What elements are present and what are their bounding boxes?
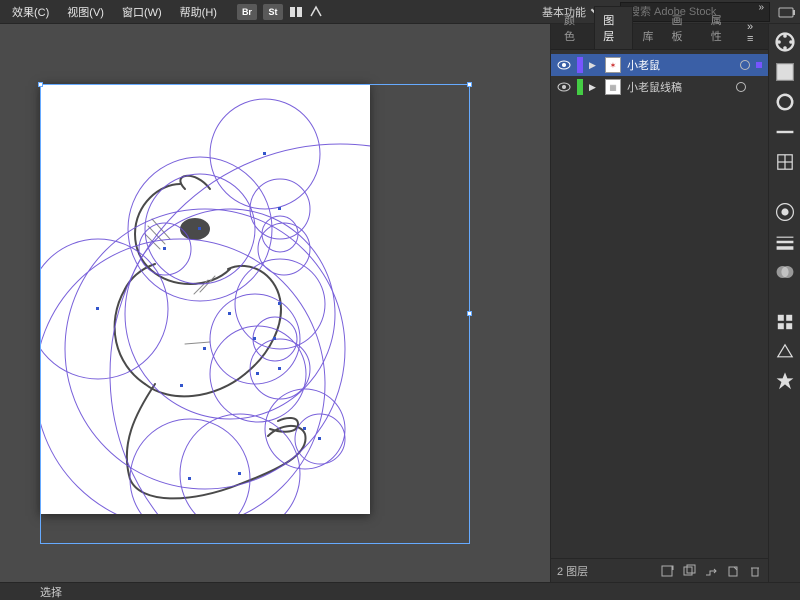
selection-handle[interactable] xyxy=(467,311,472,316)
symbols-panel-icon[interactable] xyxy=(773,150,797,174)
arrange-documents-icon[interactable] xyxy=(289,5,303,19)
layer-row[interactable]: ▶ ✶ 小老鼠 xyxy=(551,54,768,76)
visibility-toggle-icon[interactable] xyxy=(557,80,571,94)
new-sublayer-icon[interactable] xyxy=(704,564,718,578)
status-bar: 选择 xyxy=(0,582,800,600)
visibility-toggle-icon[interactable] xyxy=(557,58,571,72)
align-panel-icon[interactable] xyxy=(773,370,797,394)
make-clipping-mask-icon[interactable] xyxy=(682,564,696,578)
header-app-icons: Br St xyxy=(237,4,323,20)
layer-row[interactable]: ▶ ▦ 小老鼠线稿 xyxy=(551,76,768,98)
menu-help[interactable]: 帮助(H) xyxy=(172,1,225,23)
selection-handle[interactable] xyxy=(467,82,472,87)
right-toolstrip xyxy=(768,24,800,582)
canvas[interactable] xyxy=(0,24,550,582)
transparency-panel-icon[interactable] xyxy=(773,260,797,284)
target-icon[interactable] xyxy=(736,82,746,92)
main-area: » 颜色 图层 库 画板 属性 » ≡ ▶ ✶ 小老鼠 xyxy=(0,24,800,582)
panel-tabs: 颜色 图层 库 画板 属性 » ≡ xyxy=(551,24,768,50)
selection-indicator xyxy=(756,62,762,68)
layers-panel: » 颜色 图层 库 画板 属性 » ≡ ▶ ✶ 小老鼠 xyxy=(550,24,768,582)
layer-count: 2 图层 xyxy=(557,563,588,579)
gpu-preview-icon[interactable] xyxy=(309,5,323,19)
menu-window[interactable]: 窗口(W) xyxy=(114,1,170,23)
cloud-doc-icon[interactable] xyxy=(778,5,796,19)
cc-libraries-icon[interactable] xyxy=(773,90,797,114)
target-icon[interactable] xyxy=(740,60,750,70)
tab-artboards[interactable]: 画板 xyxy=(662,6,701,49)
delete-layer-icon[interactable] xyxy=(748,564,762,578)
expand-toggle-icon[interactable]: ▶ xyxy=(589,82,599,93)
appearance-panel-icon[interactable] xyxy=(773,310,797,334)
gradient-panel-icon[interactable] xyxy=(773,200,797,224)
graphic-styles-panel-icon[interactable] xyxy=(773,340,797,364)
color-panel-icon[interactable] xyxy=(773,30,797,54)
menu-effects[interactable]: 效果(C) xyxy=(4,1,57,23)
tab-layers[interactable]: 图层 xyxy=(594,6,633,49)
tab-color[interactable]: 颜色 xyxy=(555,6,594,49)
stroke-panel-icon[interactable] xyxy=(773,230,797,254)
new-layer-icon[interactable] xyxy=(726,564,740,578)
bridge-icon[interactable]: Br xyxy=(237,4,257,20)
brushes-panel-icon[interactable] xyxy=(773,120,797,144)
panel-collapse-icon[interactable]: » xyxy=(758,2,764,13)
current-tool-name: 选择 xyxy=(40,584,62,600)
locate-object-icon[interactable] xyxy=(660,564,674,578)
swatches-panel-icon[interactable] xyxy=(773,60,797,84)
layer-name[interactable]: 小老鼠 xyxy=(627,57,734,73)
layer-color-chip xyxy=(577,79,583,95)
layer-thumbnail: ▦ xyxy=(605,79,621,95)
layer-thumbnail: ✶ xyxy=(605,57,621,73)
stock-icon[interactable]: St xyxy=(263,4,283,20)
layers-list: ▶ ✶ 小老鼠 ▶ ▦ 小老鼠线稿 xyxy=(551,50,768,558)
tab-libraries[interactable]: 库 xyxy=(633,22,662,49)
expand-toggle-icon[interactable]: ▶ xyxy=(589,60,599,71)
tab-properties[interactable]: 属性 xyxy=(702,6,741,49)
artboard[interactable] xyxy=(40,84,370,514)
menu-view[interactable]: 视图(V) xyxy=(59,1,112,23)
panel-more-icon[interactable]: » ≡ xyxy=(741,17,768,49)
layers-panel-footer: 2 图层 xyxy=(551,558,768,582)
layer-color-chip xyxy=(577,57,583,73)
layer-name[interactable]: 小老鼠线稿 xyxy=(627,79,730,95)
